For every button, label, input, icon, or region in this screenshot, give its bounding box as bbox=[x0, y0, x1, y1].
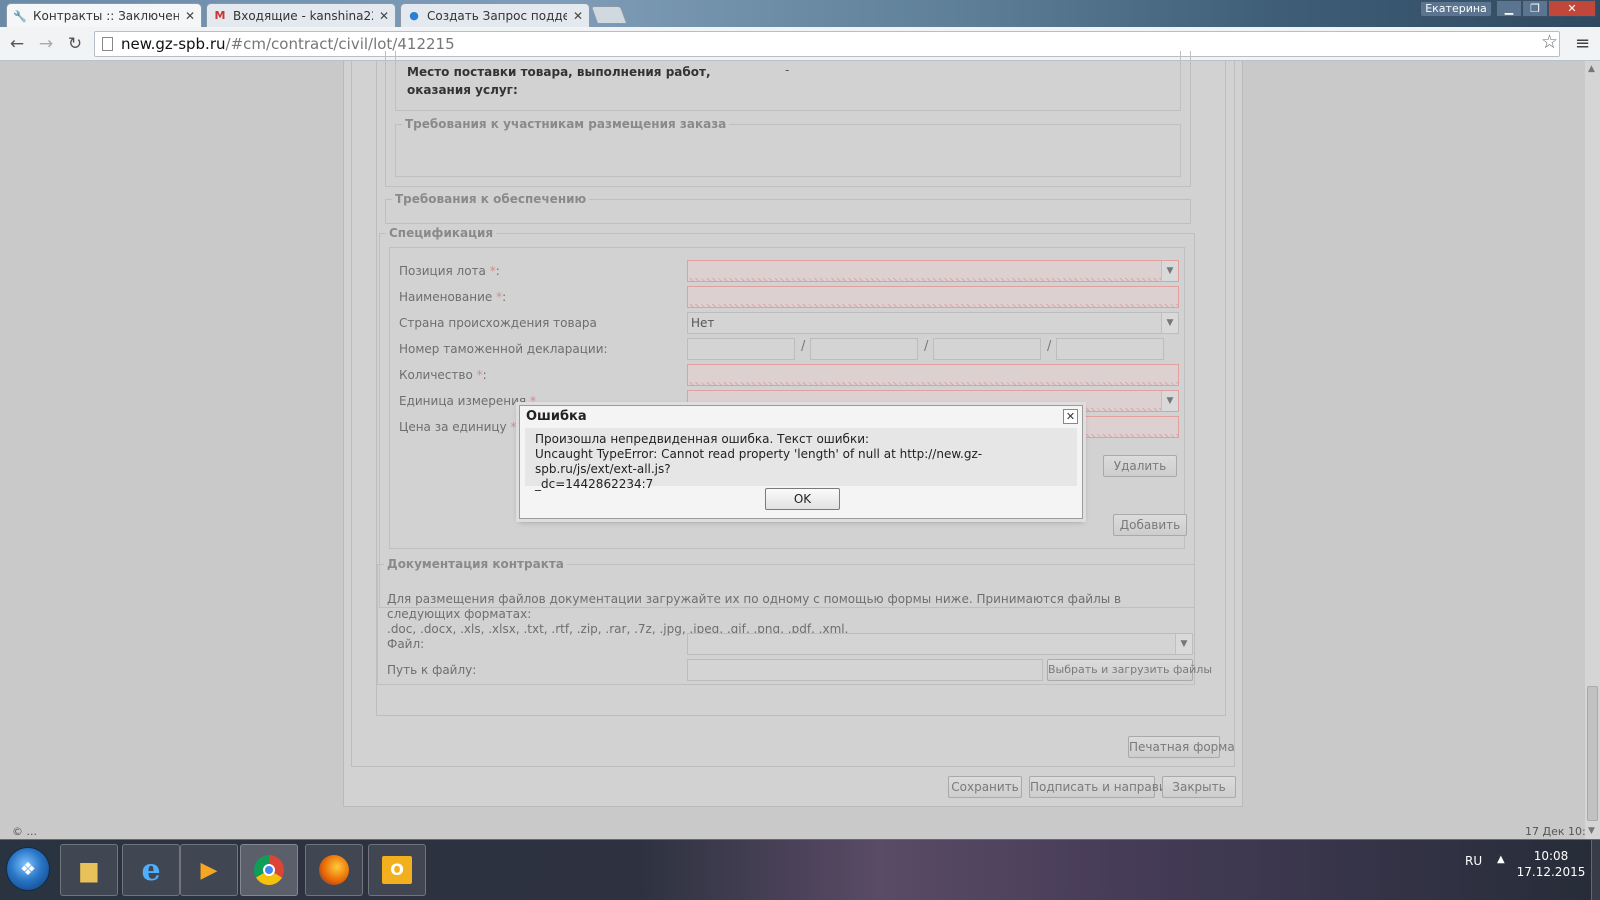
dialog-title: Ошибка bbox=[526, 409, 587, 424]
outlook-icon[interactable]: O bbox=[368, 844, 426, 896]
save-button[interactable]: Сохранить bbox=[948, 776, 1022, 798]
country-combo[interactable]: Нет ▼ bbox=[687, 312, 1179, 334]
restore-icon[interactable]: ❐ bbox=[1522, 0, 1548, 17]
close-icon[interactable]: ✕ bbox=[1063, 409, 1078, 424]
page-scrollbar[interactable]: ▲ ▼ bbox=[1585, 61, 1600, 839]
firefox-icon[interactable] bbox=[305, 844, 363, 896]
print-form-button[interactable]: Печатная форма bbox=[1128, 736, 1235, 758]
reload-icon[interactable]: ↻ bbox=[64, 33, 86, 55]
country-value: Нет bbox=[691, 316, 715, 330]
minimize-icon[interactable]: ▁ bbox=[1496, 0, 1522, 17]
system-clock[interactable]: 10:08 17.12.2015 bbox=[1516, 848, 1586, 880]
dialog-message: Произошла непредвиденная ошибка. Текст о… bbox=[525, 428, 1077, 491]
tab-support[interactable]: ● Создать Запрос поддерж ✕ bbox=[400, 3, 590, 27]
media-player-icon[interactable]: ▶ bbox=[180, 844, 238, 896]
scroll-down-icon[interactable]: ▼ bbox=[1588, 826, 1595, 836]
windows-taskbar: ❖ ▆ e ▶ O RU ▲ 10:08 17.12.2015 bbox=[0, 839, 1600, 900]
lot-position-combo[interactable]: ▼ bbox=[687, 260, 1179, 282]
dialog-line-2: Uncaught TypeError: Cannot read property… bbox=[535, 447, 983, 476]
tab-title: Создать Запрос поддерж bbox=[427, 8, 567, 23]
sign-and-send-button[interactable]: Подписать и направить bbox=[1029, 776, 1181, 798]
tab-close-icon[interactable]: ✕ bbox=[573, 9, 583, 23]
name-input[interactable] bbox=[687, 286, 1179, 308]
user-badge[interactable]: Екатерина bbox=[1420, 1, 1492, 17]
customs-input-1[interactable] bbox=[687, 338, 795, 360]
chrome-menu-icon[interactable]: ≡ bbox=[1575, 33, 1590, 54]
security-fieldset: Требования к обеспечению bbox=[385, 192, 1191, 224]
delivery-label: Место поставки товара, выполнения работ,… bbox=[407, 65, 711, 97]
browser-titlebar: 🔧 Контракты :: Заключение ✕ M Входящие -… bbox=[0, 0, 1600, 28]
key-icon: 🔧 bbox=[13, 9, 27, 23]
customs-input-3[interactable] bbox=[933, 338, 1041, 360]
docs-note: Для размещения файлов документации загру… bbox=[387, 592, 1122, 636]
url-domain: new.gz-spb.ru bbox=[121, 35, 226, 53]
security-legend[interactable]: Требования к обеспечению bbox=[392, 192, 589, 206]
new-tab-button[interactable] bbox=[590, 6, 628, 24]
bookmark-star-icon[interactable]: ☆ bbox=[1541, 31, 1558, 53]
add-button[interactable]: Добавить bbox=[1113, 514, 1187, 536]
close-button[interactable]: Закрыть bbox=[1162, 776, 1236, 798]
ok-button[interactable]: OK bbox=[765, 488, 840, 510]
upload-files-button[interactable]: Выбрать и загрузить файлы bbox=[1047, 659, 1212, 681]
file-path-input[interactable] bbox=[687, 659, 1043, 681]
tab-close-icon[interactable]: ✕ bbox=[379, 9, 389, 23]
customs-label: Номер таможенной декларации: bbox=[399, 342, 608, 356]
tab-title: Контракты :: Заключение bbox=[33, 9, 179, 23]
explorer-icon[interactable]: ▆ bbox=[60, 844, 118, 896]
docs-legend: Документация контракта bbox=[387, 557, 564, 571]
participants-legend: Требования к участникам размещения заказ… bbox=[405, 117, 727, 131]
status-left: © ... bbox=[12, 825, 37, 838]
price-label: Цена за единицу *: bbox=[399, 420, 521, 434]
windows-start-icon[interactable]: ❖ bbox=[6, 847, 50, 891]
customs-input-2[interactable] bbox=[810, 338, 918, 360]
quantity-input[interactable] bbox=[687, 364, 1179, 386]
customs-separator: / bbox=[1047, 339, 1052, 354]
unit-label: Единица измерения * bbox=[399, 394, 536, 408]
country-label: Страна происхождения товара bbox=[399, 316, 597, 330]
dialog-line-1: Произошла непредвиденная ошибка. Текст о… bbox=[535, 432, 870, 446]
show-desktop-button[interactable] bbox=[1591, 840, 1600, 900]
spec-legend: Спецификация bbox=[389, 226, 494, 240]
chevron-down-icon[interactable]: ▼ bbox=[1161, 313, 1178, 333]
path-label: Путь к файлу: bbox=[387, 663, 477, 677]
delete-button[interactable]: Удалить bbox=[1103, 455, 1177, 477]
file-combo[interactable]: ▼ bbox=[687, 633, 1193, 655]
language-indicator[interactable]: RU bbox=[1465, 854, 1482, 868]
tab-title: Входящие - kanshina22@ bbox=[233, 8, 373, 23]
quantity-label: Количество *: bbox=[399, 368, 487, 382]
tab-contracts[interactable]: 🔧 Контракты :: Заключение ✕ bbox=[6, 3, 202, 28]
scrollbar-thumb[interactable] bbox=[1587, 686, 1598, 821]
customs-separator: / bbox=[801, 339, 806, 354]
chevron-down-icon[interactable]: ▼ bbox=[1175, 634, 1192, 654]
globe-icon: ● bbox=[409, 9, 419, 22]
chevron-down-icon[interactable]: ▼ bbox=[1161, 391, 1178, 411]
chevron-down-icon[interactable]: ▼ bbox=[1161, 261, 1178, 281]
page-icon bbox=[102, 37, 113, 51]
lot-position-label: Позиция лота *: bbox=[399, 264, 500, 278]
participants-fieldset: Требования к участникам размещения заказ… bbox=[395, 117, 1181, 177]
tab-gmail[interactable]: M Входящие - kanshina22@ ✕ bbox=[206, 3, 396, 27]
back-icon[interactable]: ← bbox=[6, 33, 28, 55]
contract-form-panel: Место поставки товара, выполнения работ,… bbox=[376, 51, 1226, 716]
gmail-icon: M bbox=[214, 9, 226, 22]
error-dialog: Ошибка ✕ Произошла непредвиденная ошибка… bbox=[519, 405, 1083, 519]
tray-expand-icon[interactable]: ▲ bbox=[1497, 854, 1505, 865]
name-label: Наименование *: bbox=[399, 290, 507, 304]
tab-close-icon[interactable]: ✕ bbox=[185, 9, 195, 23]
forward-icon[interactable]: → bbox=[35, 33, 57, 55]
chrome-icon[interactable] bbox=[240, 844, 298, 896]
customs-input-4[interactable] bbox=[1056, 338, 1164, 360]
scroll-up-icon[interactable]: ▲ bbox=[1588, 64, 1595, 74]
internet-explorer-icon[interactable]: e bbox=[122, 844, 180, 896]
close-window-icon[interactable]: ✕ bbox=[1548, 0, 1596, 17]
file-label: Файл: bbox=[387, 637, 425, 651]
customs-separator: / bbox=[924, 339, 929, 354]
delivery-value: - bbox=[785, 63, 790, 77]
